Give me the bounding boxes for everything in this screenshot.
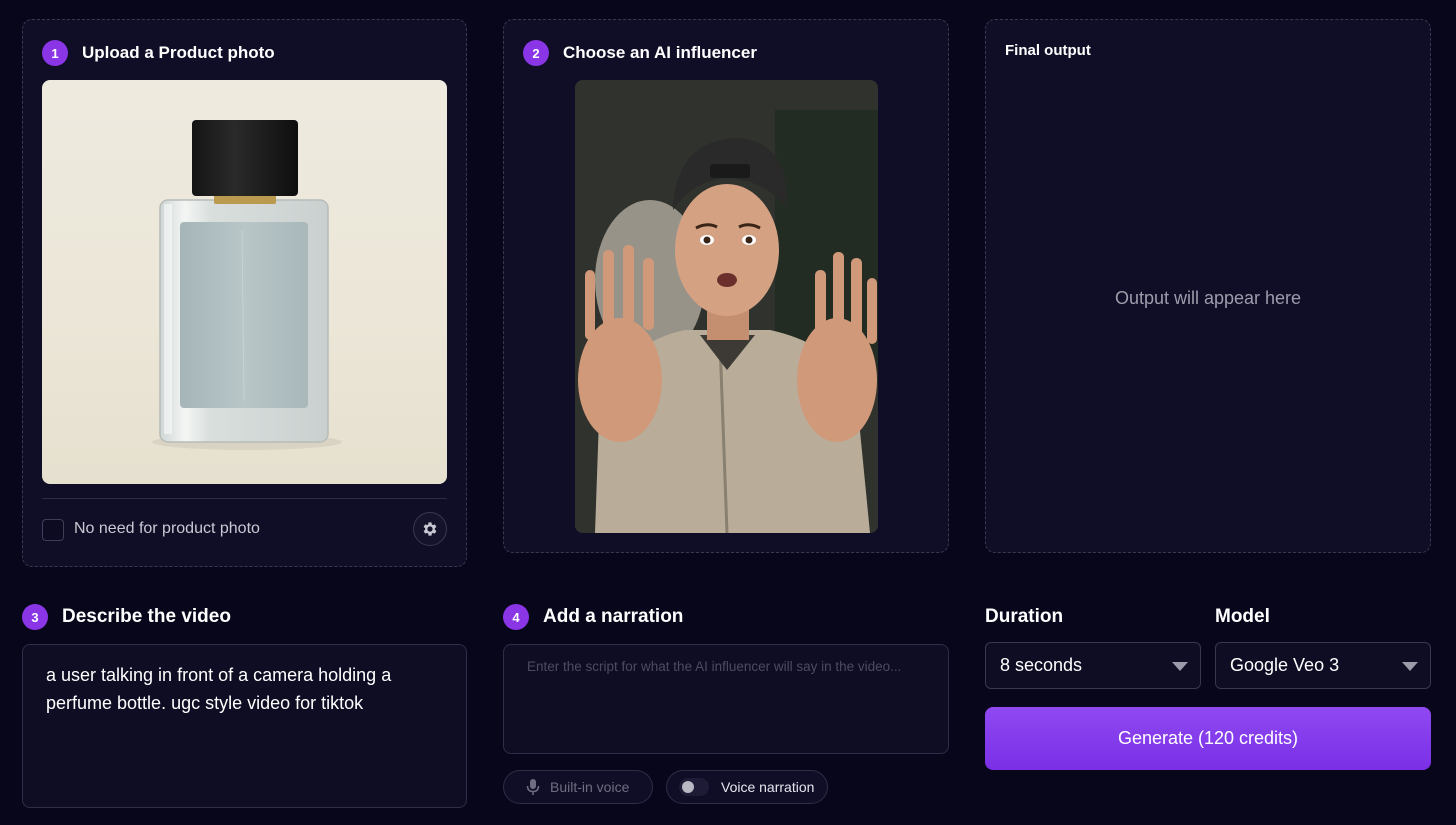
step3-number-badge: 3 <box>22 604 48 630</box>
step2-title: Choose an AI influencer <box>563 43 757 62</box>
model-label: Model <box>1215 606 1270 627</box>
toggle-switch[interactable] <box>679 778 709 796</box>
influencer-photo[interactable] <box>575 80 878 533</box>
video-description-input[interactable]: a user talking in front of a camera hold… <box>22 644 467 808</box>
product-photo-card: 1 Upload a Product photo No need for pro… <box>22 19 467 567</box>
builtin-voice-label: Built-in voice <box>550 779 630 795</box>
product-photo[interactable] <box>42 80 447 484</box>
output-placeholder: Output will appear here <box>1114 288 1302 308</box>
duration-label: Duration <box>985 606 1064 627</box>
generate-button[interactable]: Generate (120 credits) <box>985 707 1431 770</box>
duration-value: 8 seconds <box>1000 655 1083 675</box>
chevron-down-icon <box>1402 662 1418 671</box>
divider <box>42 498 447 499</box>
voice-narration-label: Voice narration <box>721 779 815 795</box>
narration-input[interactable]: Enter the script for what the AI influen… <box>503 644 949 754</box>
gear-icon <box>423 522 437 536</box>
step1-header: 1 Upload a Product photo <box>42 40 275 66</box>
perfume-bottle-image <box>152 120 342 450</box>
final-output-card: Final output Output will appear here <box>985 19 1431 553</box>
model-select[interactable]: Google Veo 3 <box>1215 642 1431 689</box>
duration-select[interactable]: 8 seconds <box>985 642 1201 689</box>
voice-narration-toggle[interactable]: Voice narration <box>666 770 828 804</box>
toggle-knob <box>682 781 694 793</box>
no-product-photo-label[interactable]: No need for product photo <box>74 520 260 538</box>
step1-number-badge: 1 <box>42 40 68 66</box>
video-description-text: a user talking in front of a camera hold… <box>46 665 392 713</box>
narration-placeholder: Enter the script for what the AI influen… <box>527 659 902 674</box>
final-output-title: Final output <box>1005 42 1091 59</box>
chevron-down-icon <box>1172 662 1188 671</box>
step2-header: 2 Choose an AI influencer <box>523 40 757 66</box>
step4-number-badge: 4 <box>503 604 529 630</box>
step2-number-badge: 2 <box>523 40 549 66</box>
step4-header: 4 Add a narration <box>503 604 683 630</box>
influencer-card: 2 Choose an AI influencer <box>503 19 949 553</box>
influencer-image <box>575 80 878 533</box>
microphone-icon <box>526 779 540 795</box>
no-product-photo-checkbox[interactable] <box>42 519 64 541</box>
settings-button[interactable] <box>413 512 447 546</box>
builtin-voice-button[interactable]: Built-in voice <box>503 770 653 804</box>
generate-label: Generate (120 credits) <box>1117 728 1299 748</box>
step1-title: Upload a Product photo <box>82 43 275 62</box>
step3-header: 3 Describe the video <box>22 604 231 630</box>
step3-title: Describe the video <box>62 606 231 627</box>
model-value: Google Veo 3 <box>1230 655 1340 675</box>
step4-title: Add a narration <box>543 606 684 627</box>
